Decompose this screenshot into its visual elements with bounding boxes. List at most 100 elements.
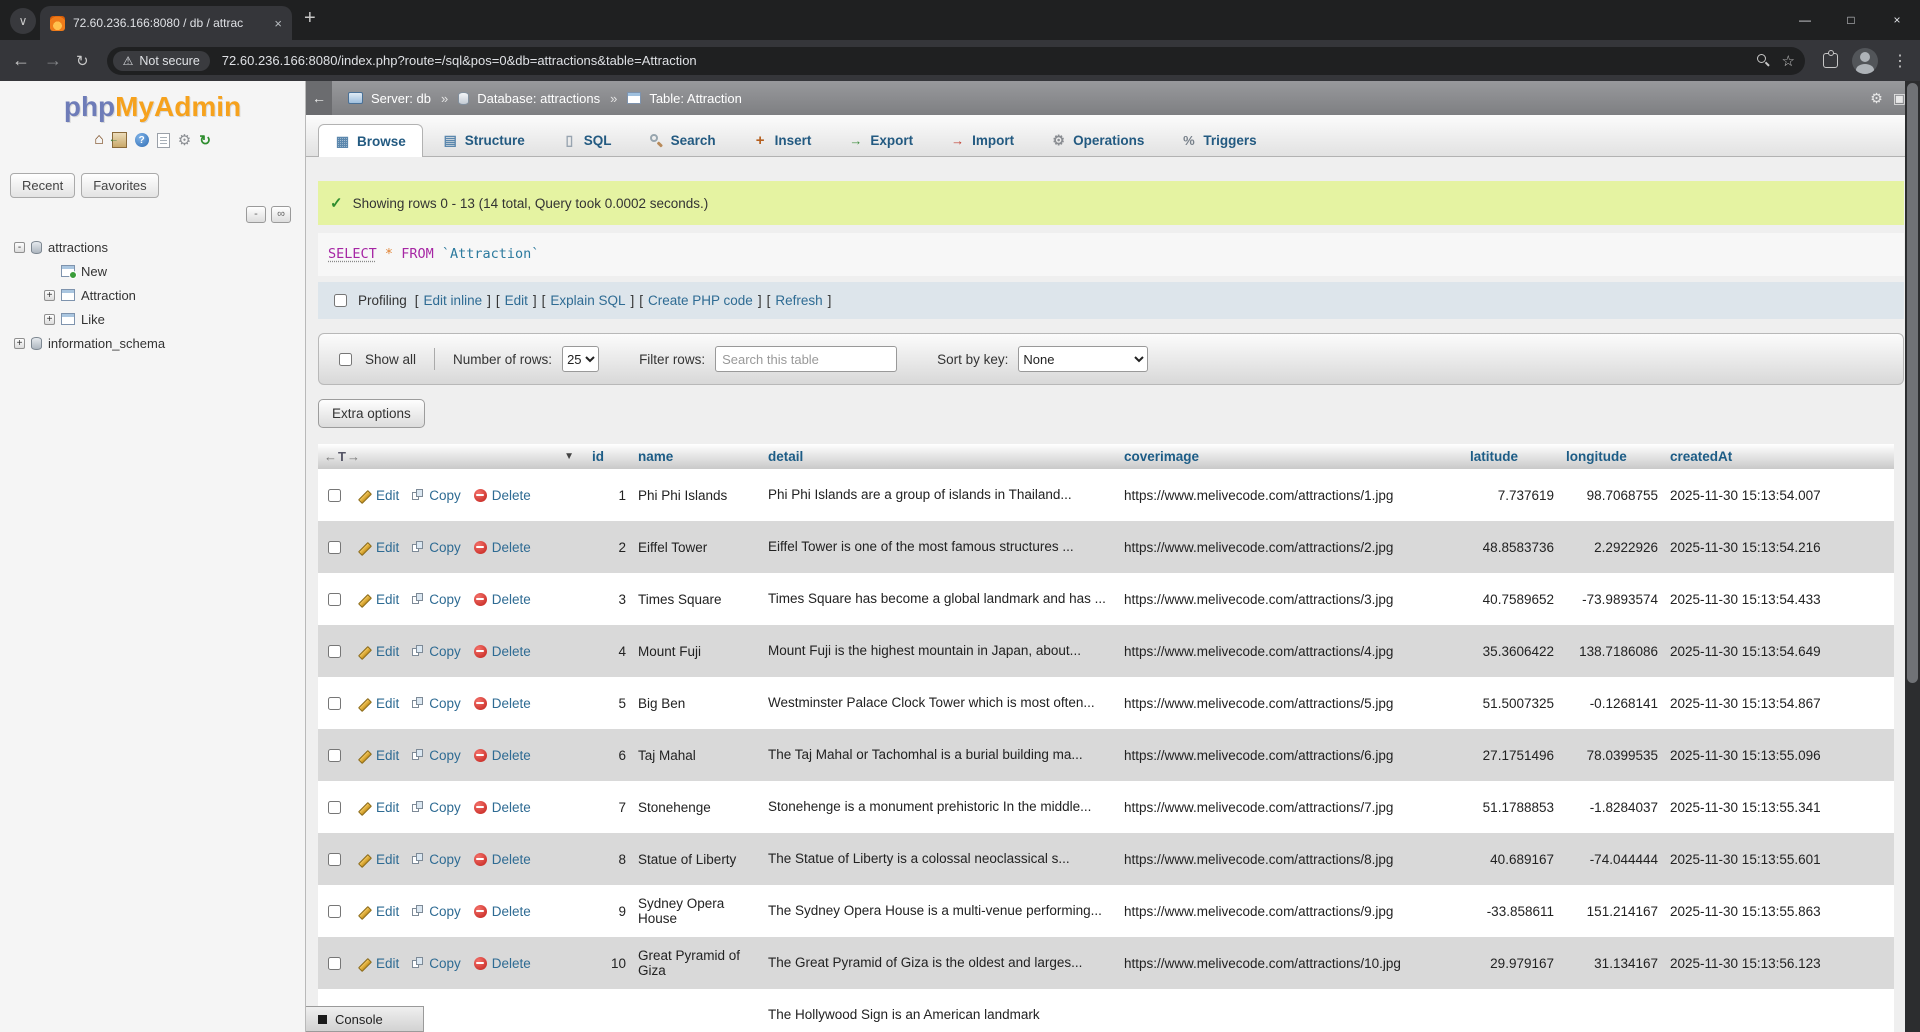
sidebar-item-like[interactable]: +Like [0, 307, 305, 331]
close-button[interactable]: × [1874, 0, 1920, 40]
delete-link[interactable]: Delete [474, 540, 531, 555]
tab-operations[interactable]: Operations [1034, 123, 1161, 156]
edit-link[interactable]: Edit [357, 696, 399, 711]
row-checkbox[interactable] [328, 541, 341, 554]
refresh-link[interactable]: Refresh [775, 293, 822, 308]
address-bar[interactable]: ⚠ Not secure 72.60.236.166:8080/index.ph… [107, 47, 1805, 75]
breadcrumb-table-link[interactable]: Table: Attraction [649, 91, 742, 106]
copy-link[interactable]: Copy [412, 644, 461, 659]
sidebar-item-information-schema[interactable]: +information_schema [0, 331, 305, 355]
delete-link[interactable]: Delete [474, 956, 531, 971]
expand-icon[interactable]: + [14, 338, 25, 349]
edit-link[interactable]: Edit [357, 956, 399, 971]
extra-options-button[interactable]: Extra options [318, 399, 425, 428]
copy-link[interactable]: Copy [412, 956, 461, 971]
docs-icon[interactable] [157, 133, 170, 148]
tab-insert[interactable]: Insert [736, 123, 829, 156]
sidebar-tab-favorites[interactable]: Favorites [81, 173, 158, 198]
tab-search[interactable]: Search [632, 123, 733, 156]
row-checkbox[interactable] [328, 801, 341, 814]
reload-icon[interactable]: ↻ [76, 52, 89, 70]
delete-link[interactable]: Delete [474, 748, 531, 763]
edit-link[interactable]: Edit [357, 540, 399, 555]
edit-link[interactable]: Edit [357, 644, 399, 659]
sort-by-key-select[interactable]: None [1018, 346, 1148, 372]
profile-avatar[interactable] [1852, 48, 1878, 74]
edit-link[interactable]: Edit [357, 904, 399, 919]
edit-link[interactable]: Edit [505, 293, 528, 308]
show-all-checkbox[interactable] [339, 353, 352, 366]
edit-inline-link[interactable]: Edit inline [424, 293, 483, 308]
row-checkbox[interactable] [328, 905, 341, 918]
row-checkbox[interactable] [328, 749, 341, 762]
browser-menu-icon[interactable]: ⋮ [1892, 51, 1908, 71]
home-icon[interactable]: ⌂ [94, 132, 104, 148]
edit-link[interactable]: Edit [357, 800, 399, 815]
copy-link[interactable]: Copy [412, 696, 461, 711]
copy-link[interactable]: Copy [412, 748, 461, 763]
row-checkbox[interactable] [328, 957, 341, 970]
delete-link[interactable]: Delete [474, 644, 531, 659]
sidebar-toggle-button[interactable]: ← [306, 81, 332, 115]
exit-door-icon[interactable] [112, 132, 127, 148]
row-checkbox[interactable] [328, 645, 341, 658]
sidebar-item-attractions[interactable]: -attractions [0, 235, 305, 259]
delete-link[interactable]: Delete [474, 904, 531, 919]
copy-link[interactable]: Copy [412, 800, 461, 815]
browser-tab[interactable]: 72.60.236.166:8080 / db / attrac × [40, 6, 292, 40]
number-of-rows-select[interactable]: 25 [562, 346, 599, 372]
column-header-latitude[interactable]: latitude [1464, 444, 1560, 469]
edit-link[interactable]: Edit [357, 748, 399, 763]
delete-link[interactable]: Delete [474, 800, 531, 815]
copy-link[interactable]: Copy [412, 488, 461, 503]
extensions-icon[interactable] [1823, 53, 1838, 68]
sort-tools[interactable]: ←T→▼ [324, 449, 580, 464]
column-header-coverimage[interactable]: coverimage [1118, 444, 1464, 469]
tab-triggers[interactable]: Triggers [1164, 123, 1273, 156]
link-panel-icon[interactable]: ∞ [271, 206, 291, 223]
edit-link[interactable]: Edit [357, 488, 399, 503]
breadcrumb-database-link[interactable]: Database: attractions [477, 91, 600, 106]
settings-gear-icon[interactable]: ⚙ [178, 133, 191, 148]
security-chip[interactable]: ⚠ Not secure [113, 51, 210, 71]
url-text[interactable]: 72.60.236.166:8080/index.php?route=/sql&… [222, 53, 1757, 68]
copy-link[interactable]: Copy [412, 852, 461, 867]
filter-rows-input[interactable] [715, 346, 897, 372]
scrollbar-thumb[interactable] [1907, 83, 1918, 683]
delete-link[interactable]: Delete [474, 696, 531, 711]
sidebar-item-new[interactable]: New [0, 259, 305, 283]
delete-link[interactable]: Delete [474, 488, 531, 503]
copy-link[interactable]: Copy [412, 904, 461, 919]
explain-sql-link[interactable]: Explain SQL [550, 293, 625, 308]
collapse-all-icon[interactable]: - [246, 206, 266, 223]
bookmark-star-icon[interactable]: ☆ [1782, 52, 1795, 70]
profiling-checkbox[interactable] [334, 294, 347, 307]
column-header-name[interactable]: name [632, 444, 762, 469]
edit-link[interactable]: Edit [357, 852, 399, 867]
maximize-button[interactable]: □ [1828, 0, 1874, 40]
page-settings-gear-icon[interactable]: ⚙ [1870, 90, 1883, 107]
row-checkbox[interactable] [328, 489, 341, 502]
delete-link[interactable]: Delete [474, 592, 531, 607]
reload-navigation-icon[interactable]: ↻ [199, 133, 211, 147]
forward-icon[interactable]: → [44, 50, 62, 71]
column-header-longitude[interactable]: longitude [1560, 444, 1664, 469]
tab-structure[interactable]: Structure [426, 123, 542, 156]
create-php-code-link[interactable]: Create PHP code [648, 293, 753, 308]
row-checkbox[interactable] [328, 853, 341, 866]
expand-icon[interactable]: + [44, 314, 55, 325]
column-header-id[interactable]: id [586, 444, 632, 469]
new-tab-button[interactable]: + [304, 7, 316, 30]
tab-import[interactable]: Import [933, 123, 1031, 156]
row-checkbox[interactable] [328, 593, 341, 606]
copy-link[interactable]: Copy [412, 592, 461, 607]
edit-link[interactable]: Edit [357, 592, 399, 607]
minimize-button[interactable]: — [1782, 0, 1828, 40]
console-bar[interactable]: Console [306, 1006, 424, 1032]
collapse-icon[interactable]: - [14, 242, 25, 253]
delete-link[interactable]: Delete [474, 852, 531, 867]
copy-link[interactable]: Copy [412, 540, 461, 555]
phpmyadmin-logo[interactable]: phpMyAdmin [0, 91, 305, 123]
tab-browse[interactable]: Browse [318, 124, 423, 157]
help-icon[interactable]: ? [135, 133, 149, 147]
